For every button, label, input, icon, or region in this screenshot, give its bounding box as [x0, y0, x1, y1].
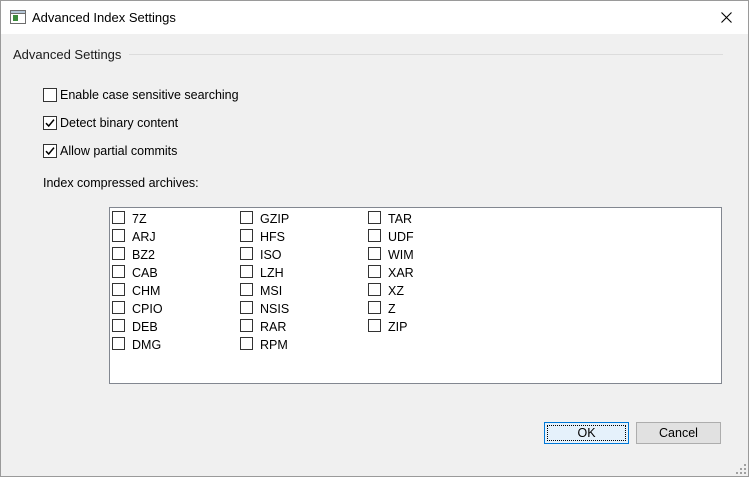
focus-rect: [547, 425, 626, 441]
archive-checkbox[interactable]: [112, 318, 125, 332]
archive-item-hfs[interactable]: HFS: [240, 227, 285, 244]
archive-item-rpm[interactable]: RPM: [240, 335, 288, 352]
archive-checkbox[interactable]: [112, 228, 125, 242]
archive-label: Z: [388, 302, 396, 316]
archive-checkbox[interactable]: [240, 210, 253, 224]
archive-label: RAR: [260, 320, 287, 334]
partial-commits-option[interactable]: Allow partial commits: [43, 143, 177, 159]
archive-item-rar[interactable]: RAR: [240, 317, 287, 334]
archive-label: NSIS: [260, 302, 290, 316]
group-divider: [129, 54, 723, 55]
archive-checkbox[interactable]: [112, 264, 125, 278]
partial-commits-label: Allow partial commits: [60, 144, 178, 158]
archive-checkbox[interactable]: [368, 246, 381, 260]
ok-button[interactable]: OK: [544, 422, 629, 444]
archive-label: WIM: [388, 248, 414, 262]
archive-checkbox[interactable]: [240, 228, 253, 242]
dialog-window: Advanced Index Settings Advanced Setting…: [0, 0, 749, 477]
archive-label: DMG: [132, 338, 162, 352]
archive-checkbox[interactable]: [240, 246, 253, 260]
archive-label: BZ2: [132, 248, 155, 262]
archive-label: CAB: [132, 266, 158, 280]
archive-checkbox[interactable]: [368, 228, 381, 242]
archive-label: HFS: [260, 230, 285, 244]
archive-item-xar[interactable]: XAR: [368, 263, 414, 280]
archive-checkbox[interactable]: [368, 210, 381, 224]
archive-checkbox[interactable]: [240, 300, 253, 314]
archive-item-deb[interactable]: DEB: [112, 317, 158, 334]
archive-item-zip[interactable]: ZIP: [368, 317, 408, 334]
archive-checkbox[interactable]: [368, 264, 381, 278]
archive-label: MSI: [260, 284, 283, 298]
archive-label: TAR: [388, 212, 413, 226]
archive-label: CPIO: [132, 302, 163, 316]
archive-checkbox[interactable]: [240, 282, 253, 296]
archive-label: ZIP: [388, 320, 408, 334]
checkmark-icon: [45, 147, 55, 156]
archive-label: XAR: [388, 266, 414, 280]
archive-item-msi[interactable]: MSI: [240, 281, 283, 298]
archive-item-chm[interactable]: CHM: [112, 281, 161, 298]
archive-item-z[interactable]: Z: [368, 299, 396, 316]
detect-binary-checkbox[interactable]: [43, 116, 57, 130]
archive-checkbox[interactable]: [368, 282, 381, 296]
archive-item-7z[interactable]: 7Z: [112, 209, 147, 226]
archive-label: GZIP: [260, 212, 290, 226]
archive-checkbox[interactable]: [112, 300, 125, 314]
resize-grip-icon[interactable]: [736, 464, 746, 474]
app-window-icon: [10, 10, 26, 24]
close-icon: [720, 12, 732, 23]
archive-item-nsis[interactable]: NSIS: [240, 299, 290, 316]
archive-checkbox[interactable]: [112, 246, 125, 260]
archive-checkbox[interactable]: [240, 264, 253, 278]
partial-commits-checkbox[interactable]: [43, 144, 57, 158]
archive-label: RPM: [260, 338, 288, 352]
archive-item-dmg[interactable]: DMG: [112, 335, 162, 352]
checkmark-icon: [45, 119, 55, 128]
archive-checkbox[interactable]: [368, 300, 381, 314]
detect-binary-option[interactable]: Detect binary content: [43, 115, 178, 131]
archive-label: UDF: [388, 230, 414, 244]
archive-checkbox[interactable]: [112, 336, 125, 350]
archive-label: CHM: [132, 284, 161, 298]
archive-label: LZH: [260, 266, 284, 280]
archive-item-arj[interactable]: ARJ: [112, 227, 156, 244]
archive-item-cab[interactable]: CAB: [112, 263, 158, 280]
archive-item-iso[interactable]: ISO: [240, 245, 282, 262]
archive-checkbox[interactable]: [240, 318, 253, 332]
case-sensitive-label: Enable case sensitive searching: [60, 88, 239, 102]
archive-checkbox[interactable]: [112, 210, 125, 224]
cancel-button[interactable]: Cancel: [636, 422, 721, 444]
case-sensitive-option[interactable]: Enable case sensitive searching: [43, 87, 239, 103]
case-sensitive-checkbox[interactable]: [43, 88, 57, 102]
archive-item-wim[interactable]: WIM: [368, 245, 414, 262]
archive-label: DEB: [132, 320, 158, 334]
archive-label: XZ: [388, 284, 404, 298]
archive-item-tar[interactable]: TAR: [368, 209, 413, 226]
archive-label: ISO: [260, 248, 282, 262]
archives-label: Index compressed archives:: [43, 176, 199, 190]
archive-checkbox[interactable]: [368, 318, 381, 332]
archive-item-lzh[interactable]: LZH: [240, 263, 284, 280]
archive-item-cpio[interactable]: CPIO: [112, 299, 163, 316]
archive-list: 7Z ARJ BZ2 CAB CHM CPIO DEB DMG GZIP HFS ISO LZH MSI…: [109, 207, 722, 384]
archive-item-bz2[interactable]: BZ2: [112, 245, 155, 262]
close-button[interactable]: [704, 1, 748, 34]
archive-label: ARJ: [132, 230, 156, 244]
detect-binary-label: Detect binary content: [60, 116, 179, 130]
group-label: Advanced Settings: [13, 47, 122, 62]
archive-item-udf[interactable]: UDF: [368, 227, 414, 244]
archive-checkbox[interactable]: [240, 336, 253, 350]
cancel-label: Cancel: [659, 426, 698, 440]
title-bar[interactable]: Advanced Index Settings: [1, 1, 748, 34]
archive-checkbox[interactable]: [112, 282, 125, 296]
archive-item-xz[interactable]: XZ: [368, 281, 404, 298]
window-title: Advanced Index Settings: [32, 10, 176, 25]
archive-item-gzip[interactable]: GZIP: [240, 209, 290, 226]
archive-label: 7Z: [132, 212, 147, 226]
